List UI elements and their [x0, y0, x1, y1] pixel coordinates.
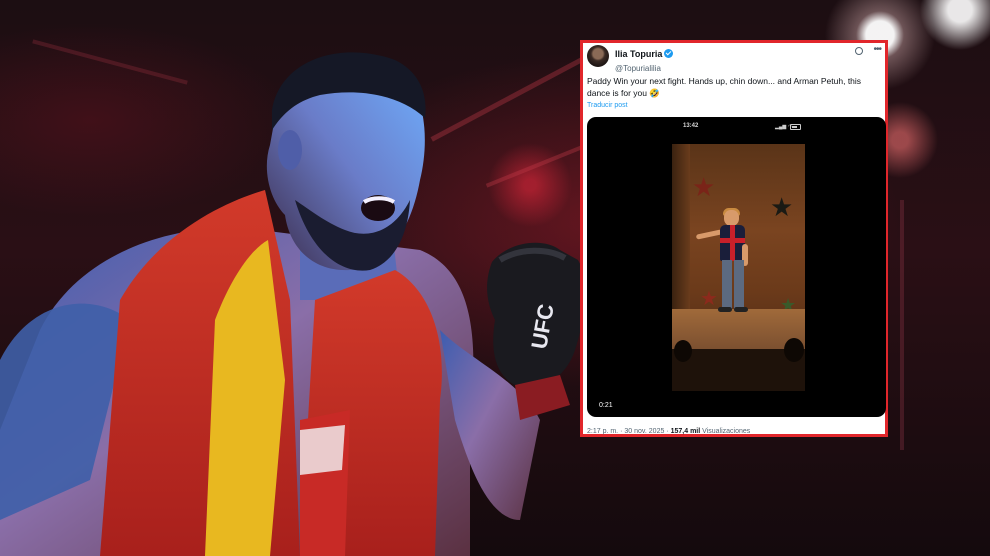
tweet-meta: 2:17 p. m. · 30 nov. 2025 · 157,4 mil Vi…: [587, 428, 750, 435]
star-decoration: ★: [770, 192, 794, 222]
star-decoration: ★: [692, 172, 716, 202]
video-duration: 0:21: [599, 402, 613, 409]
tweet-author: Ilia Topuria @Topurialilia: [615, 45, 674, 73]
translate-post-link[interactable]: Traducir post: [587, 102, 628, 109]
tweet-header: Ilia Topuria @Topurialilia •••: [587, 45, 882, 73]
tweet-time[interactable]: 2:17 p. m.: [587, 428, 618, 435]
avatar[interactable]: [587, 45, 609, 67]
views-label: Visualizaciones: [702, 428, 751, 435]
views-count: 157,4 mil: [670, 428, 701, 435]
tweet-video[interactable]: 13:42 ▂▄▆ ◠ ★ ★ ★ ★ 0:21: [587, 117, 886, 417]
meta-separator: ·: [620, 428, 623, 435]
author-handle[interactable]: @Topurialilia: [615, 64, 673, 73]
article-hero-image: UFC Ilia Topuria @Topurialilia ••• Paddy…: [0, 0, 990, 556]
tweet-date[interactable]: 30 nov. 2025: [624, 428, 664, 435]
verified-badge-icon: [664, 49, 674, 59]
phone-status-bar: 13:42 ▂▄▆ ◠: [587, 123, 886, 133]
meta-separator: ·: [666, 428, 669, 435]
video-frame: ★ ★ ★ ★: [672, 144, 805, 391]
phone-time: 13:42: [683, 123, 699, 129]
battery-icon: [790, 124, 801, 130]
grok-icon[interactable]: [855, 47, 863, 55]
tweet-text: Paddy Win your next fight. Hands up, chi…: [587, 76, 862, 98]
embedded-tweet: Ilia Topuria @Topurialilia ••• Paddy Win…: [580, 40, 888, 437]
more-options-icon[interactable]: •••: [873, 45, 881, 55]
author-display-name[interactable]: Ilia Topuria: [615, 49, 662, 59]
